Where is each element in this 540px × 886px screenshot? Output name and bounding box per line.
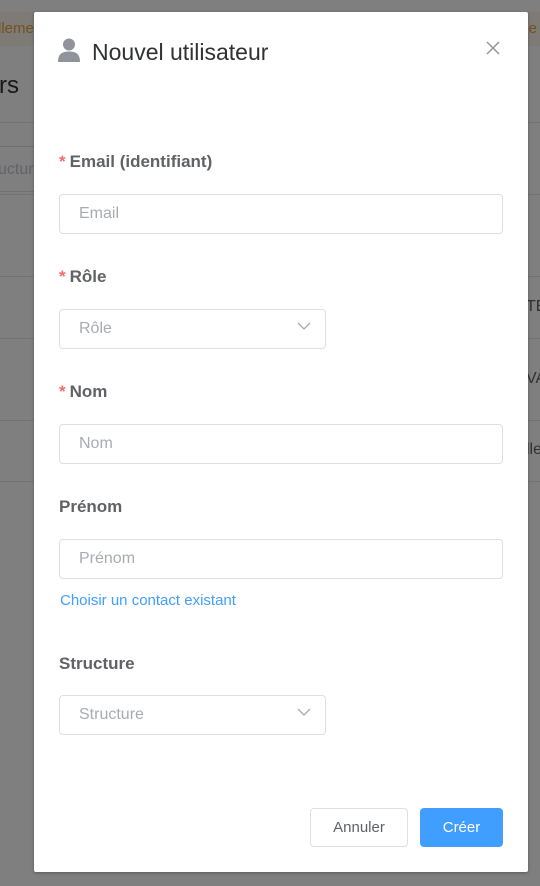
- role-select[interactable]: Rôle: [59, 309, 326, 349]
- chevron-down-icon: [297, 708, 311, 716]
- close-icon: [486, 41, 500, 55]
- required-marker: *: [59, 152, 66, 171]
- new-user-dialog: Nouvel utilisateur * Email (identifiant) …: [34, 12, 528, 872]
- user-icon: [58, 38, 80, 62]
- required-marker: *: [59, 267, 66, 286]
- role-select-placeholder: Rôle: [79, 320, 112, 337]
- chevron-down-icon: [297, 322, 311, 330]
- prenom-label-text: Prénom: [59, 497, 123, 516]
- create-button[interactable]: Créer: [420, 808, 503, 847]
- role-label: * Rôle: [59, 267, 106, 287]
- nom-label: * Nom: [59, 382, 107, 402]
- nom-field[interactable]: [59, 424, 503, 464]
- close-button[interactable]: [484, 39, 502, 57]
- nom-label-text: Nom: [69, 382, 108, 401]
- required-marker: *: [59, 382, 66, 401]
- email-label-text: Email (identifiant): [69, 152, 213, 171]
- dialog-title: Nouvel utilisateur: [92, 38, 269, 65]
- structure-label-text: Structure: [59, 654, 135, 673]
- email-label: * Email (identifiant): [59, 152, 212, 172]
- role-label-text: Rôle: [69, 267, 107, 286]
- cancel-button[interactable]: Annuler: [310, 808, 408, 847]
- prenom-field[interactable]: [59, 539, 503, 579]
- email-field[interactable]: [59, 194, 503, 234]
- structure-select[interactable]: Structure: [59, 695, 326, 735]
- structure-select-placeholder: Structure: [79, 706, 144, 723]
- structure-label: Structure: [59, 654, 135, 674]
- prenom-label: Prénom: [59, 497, 122, 517]
- dialog-header: Nouvel utilisateur: [58, 36, 268, 68]
- choose-existing-contact-link[interactable]: Choisir un contact existant: [60, 592, 236, 609]
